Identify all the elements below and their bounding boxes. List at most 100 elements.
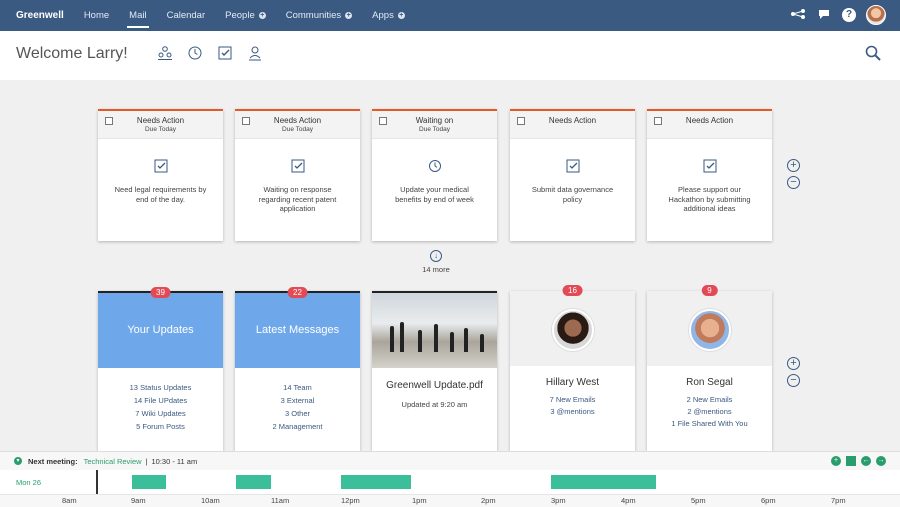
action-checkbox[interactable] (379, 117, 387, 125)
list-item[interactable]: 14 File UPdates (98, 394, 223, 407)
person-name[interactable]: Ron Segal (647, 377, 772, 388)
person-photo-area (510, 291, 635, 366)
hour-label: 10am (201, 496, 220, 505)
document-card[interactable]: Greenwell Update.pdf Updated at 9:20 am (372, 291, 497, 451)
nav-home[interactable]: Home (74, 0, 119, 31)
action-card[interactable]: Needs Action Due Today Waiting on respon… (235, 109, 360, 241)
action-status: Needs Action (685, 116, 734, 125)
list-item[interactable]: 3 External (235, 394, 360, 407)
brand-logo[interactable]: Greenwell (16, 10, 64, 21)
action-card[interactable]: Waiting on Due Today Update your medical… (372, 109, 497, 241)
arrow-left-icon[interactable]: ← (861, 456, 871, 466)
cards-row-controls: + − (787, 357, 801, 391)
person-name[interactable]: Hillary West (510, 377, 635, 388)
nav-people[interactable]: People + (215, 0, 276, 31)
action-description: Submit data governance policy (531, 185, 614, 204)
meeting-label: Next meeting: (28, 456, 78, 466)
list-item[interactable]: 2 @mentions (647, 406, 772, 418)
nav-right-tools: ? (790, 5, 886, 25)
action-card-header: Needs Action Due Today (235, 111, 360, 139)
avatar (551, 309, 594, 351)
nav-apps[interactable]: Apps + (362, 0, 415, 31)
zoom-out-icon[interactable]: − (787, 176, 800, 189)
person-card[interactable]: 9 Ron Segal 2 New Emails 2 @mentions 1 F… (647, 285, 772, 451)
action-checkbox[interactable] (105, 117, 113, 125)
action-status: Needs Action (548, 116, 597, 125)
list-item[interactable]: 1 File Shared With You (647, 418, 772, 430)
timeline-event[interactable] (236, 475, 271, 489)
action-row-controls: + − (787, 159, 801, 193)
zoom-out-icon[interactable]: − (787, 374, 800, 387)
more-label: 14 more (422, 265, 450, 274)
meeting-separator: | (145, 456, 148, 466)
meeting-time: 10:30 - 11 am (151, 456, 198, 466)
person-card[interactable]: 16 Hillary West 7 New Emails 3 @mentions (510, 285, 635, 451)
page-title: Welcome Larry! (16, 45, 128, 62)
timeline-day: Mon 26 (16, 478, 42, 487)
list-item[interactable]: 2 New Emails (647, 394, 772, 406)
plus-icon: + (345, 12, 353, 19)
timeline-event[interactable] (551, 475, 656, 489)
check-icon (154, 159, 167, 173)
list-item[interactable]: 7 New Emails (510, 394, 635, 406)
clock-icon[interactable] (187, 45, 203, 61)
messages-badge: 22 (287, 287, 308, 298)
action-card[interactable]: Needs Action Due Today Need legal requir… (98, 109, 223, 241)
task-check-icon[interactable] (217, 45, 233, 61)
action-card[interactable]: Needs Action Please support our Hackatho… (647, 109, 772, 241)
chevron-down-icon[interactable]: ▾ (14, 457, 22, 465)
nav-communities[interactable]: Communities + (276, 0, 362, 31)
action-description: Need legal requirements by end of the da… (114, 185, 207, 204)
action-card-header: Needs Action Due Today (98, 111, 223, 139)
chat-icon[interactable] (816, 8, 832, 23)
action-status: Waiting on (415, 116, 454, 125)
hour-label: 7pm (831, 496, 846, 505)
search-icon[interactable] (864, 44, 882, 62)
hour-scale: 8am 9am 10am 11am 12pm 1pm 2pm 3pm 4pm 5… (0, 494, 900, 507)
list-item[interactable]: 14 Team (235, 381, 360, 394)
action-status: Needs Action (136, 116, 185, 125)
arrow-right-icon[interactable]: → (876, 456, 886, 466)
user-avatar[interactable] (866, 5, 886, 25)
zoom-in-icon[interactable]: + (787, 357, 800, 370)
action-due: Due Today (145, 126, 176, 133)
action-checkbox[interactable] (654, 117, 662, 125)
list-item[interactable]: 7 Wiki Updates (98, 407, 223, 420)
plus-icon: + (258, 12, 266, 19)
list-item[interactable]: 5 Forum Posts (98, 420, 223, 433)
updates-card[interactable]: 39 Your Updates 13 Status Updates 14 Fil… (98, 287, 223, 451)
updates-list: 13 Status Updates 14 File UPdates 7 Wiki… (98, 368, 223, 433)
calendar-icon[interactable] (846, 456, 856, 466)
top-nav: Greenwell Home Mail Calendar People + Com… (0, 0, 900, 31)
zoom-in-icon[interactable]: + (787, 159, 800, 172)
action-checkbox[interactable] (242, 117, 250, 125)
person-photo-area (647, 291, 772, 366)
clock-icon (428, 160, 441, 172)
action-checkbox[interactable] (517, 117, 525, 125)
document-thumbnail (372, 293, 497, 368)
list-item[interactable]: 3 Other (235, 407, 360, 420)
help-icon[interactable]: ? (842, 8, 856, 22)
hour-label: 2pm (481, 496, 496, 505)
action-status: Needs Action (273, 116, 322, 125)
action-description: Update your medical benefits by end of w… (395, 185, 474, 204)
hour-label: 3pm (551, 496, 566, 505)
list-item[interactable]: 2 Management (235, 420, 360, 433)
more-button[interactable]: ↓ 14 more (417, 250, 455, 274)
timeline: Mon 26 (0, 470, 900, 494)
nav-calendar[interactable]: Calendar (157, 0, 216, 31)
timeline-event[interactable] (341, 475, 411, 489)
arrow-down-icon: ↓ (430, 250, 442, 262)
network-icon[interactable] (790, 8, 806, 23)
add-icon[interactable]: + (831, 456, 841, 466)
action-card[interactable]: Needs Action Submit data governance poli… (510, 109, 635, 241)
person-icon[interactable] (247, 45, 263, 61)
timeline-event[interactable] (132, 475, 166, 489)
meeting-title-link[interactable]: Technical Review (84, 457, 142, 466)
document-title[interactable]: Greenwell Update.pdf (372, 380, 497, 391)
list-item[interactable]: 3 @mentions (510, 406, 635, 418)
list-item[interactable]: 13 Status Updates (98, 381, 223, 394)
messages-card[interactable]: 22 Latest Messages 14 Team 3 External 3 … (235, 287, 360, 451)
people-icon[interactable] (157, 45, 173, 61)
nav-mail[interactable]: Mail (119, 0, 156, 31)
